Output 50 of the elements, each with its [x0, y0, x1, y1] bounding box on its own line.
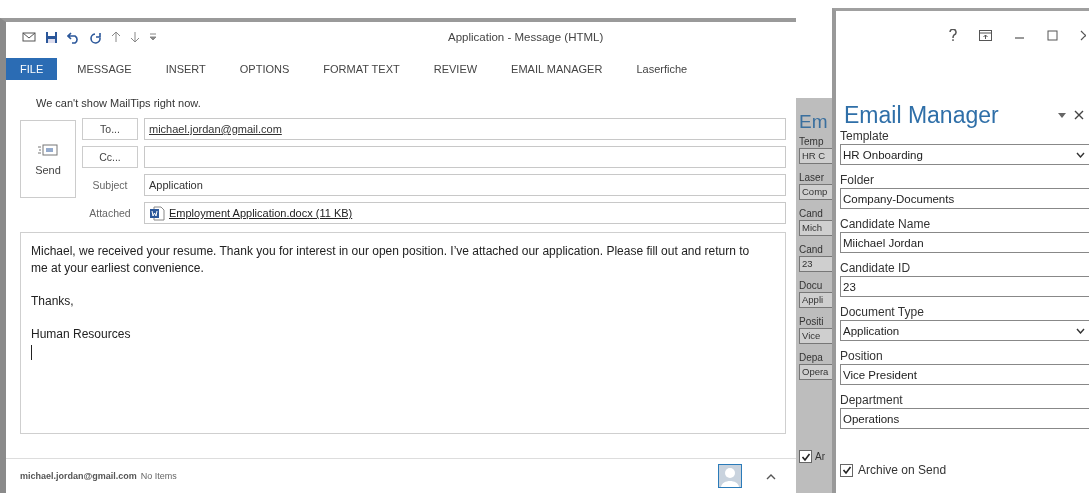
ribbon-tab[interactable]: INSERT — [151, 58, 220, 80]
attachment-link[interactable]: Employment Application.docx (11 KB) — [169, 207, 353, 219]
dropdown-field[interactable]: HR Onboarding — [840, 144, 1089, 165]
ribbon-tab[interactable]: REVIEW — [419, 58, 492, 80]
pane-title: Email Manager — [843, 102, 999, 128]
pane-title: Em — [799, 112, 829, 132]
account-address: michael.jordan@gmail.com — [20, 471, 137, 481]
body-text: Thanks, — [31, 293, 75, 310]
input-field[interactable]: Company-Documents — [840, 188, 1089, 209]
recipient-address[interactable]: michael.jordan@gmail.com — [149, 123, 282, 135]
field-label: Candidate ID — [840, 260, 912, 276]
body-text: Michael, we received your resume. Thank you for interest in our open position. I’ve attached our application. Please fill out and return to me at your earliest convenience. — [31, 243, 751, 277]
field-label: Depa — [799, 352, 824, 364]
cc-button[interactable]: Cc... — [82, 146, 138, 168]
ribbon-tab[interactable]: OPTIONS — [225, 58, 304, 80]
send-button[interactable]: Send — [20, 120, 76, 198]
checkbox-label: Archive on Send — [858, 462, 947, 478]
field-label: Document Type — [840, 304, 925, 320]
input-field[interactable]: Operations — [840, 408, 1089, 429]
field-label: Temp — [799, 136, 825, 148]
field-label: Docu — [799, 280, 824, 292]
field-label: Template — [840, 128, 890, 144]
window-title: Application - Message (HTML) — [448, 31, 604, 43]
dropdown-field[interactable]: Application — [840, 320, 1089, 341]
field-label: Position — [840, 348, 884, 364]
input-field[interactable]: 23 — [840, 276, 1089, 297]
field-label: Positi — [799, 316, 825, 328]
field-label: Cand — [799, 208, 824, 220]
field-label: Laser — [799, 172, 825, 184]
to-field[interactable]: michael.jordan@gmail.com — [144, 118, 786, 140]
mailtips-message: We can't show MailTips right now. — [36, 97, 202, 109]
message-body[interactable]: Michael, we received your resume. Thank you for interest in our open position. I’ve attached our application. Please fill out and return to me at your earliest convenience. Thanks, Human Resources — [20, 232, 786, 434]
ribbon-tab[interactable]: EMAIL MANAGER — [497, 58, 617, 80]
field-label: Candidate Name — [840, 216, 932, 232]
attached-label: Attached — [88, 207, 132, 219]
subject-label: Subject — [91, 179, 129, 191]
items-count: No Items — [140, 471, 177, 481]
subject-field[interactable]: Application — [144, 174, 786, 196]
field-label: Cand — [799, 244, 824, 256]
field-label: Folder — [840, 172, 875, 188]
body-text: Human Resources — [31, 326, 132, 343]
ribbon-tab[interactable]: FILE — [6, 58, 58, 80]
checkbox-label: Ar — [815, 450, 825, 463]
ribbon-tab[interactable]: Laserfiche — [622, 58, 702, 80]
field-label: Department — [840, 392, 904, 408]
input-field[interactable]: Miichael Jordan — [840, 232, 1089, 253]
ribbon-tab[interactable]: MESSAGE — [63, 58, 146, 80]
input-field[interactable]: Vice President — [840, 364, 1089, 385]
ribbon-tab[interactable]: FORMAT TEXT — [309, 58, 414, 80]
to-button[interactable]: To... — [82, 118, 138, 140]
